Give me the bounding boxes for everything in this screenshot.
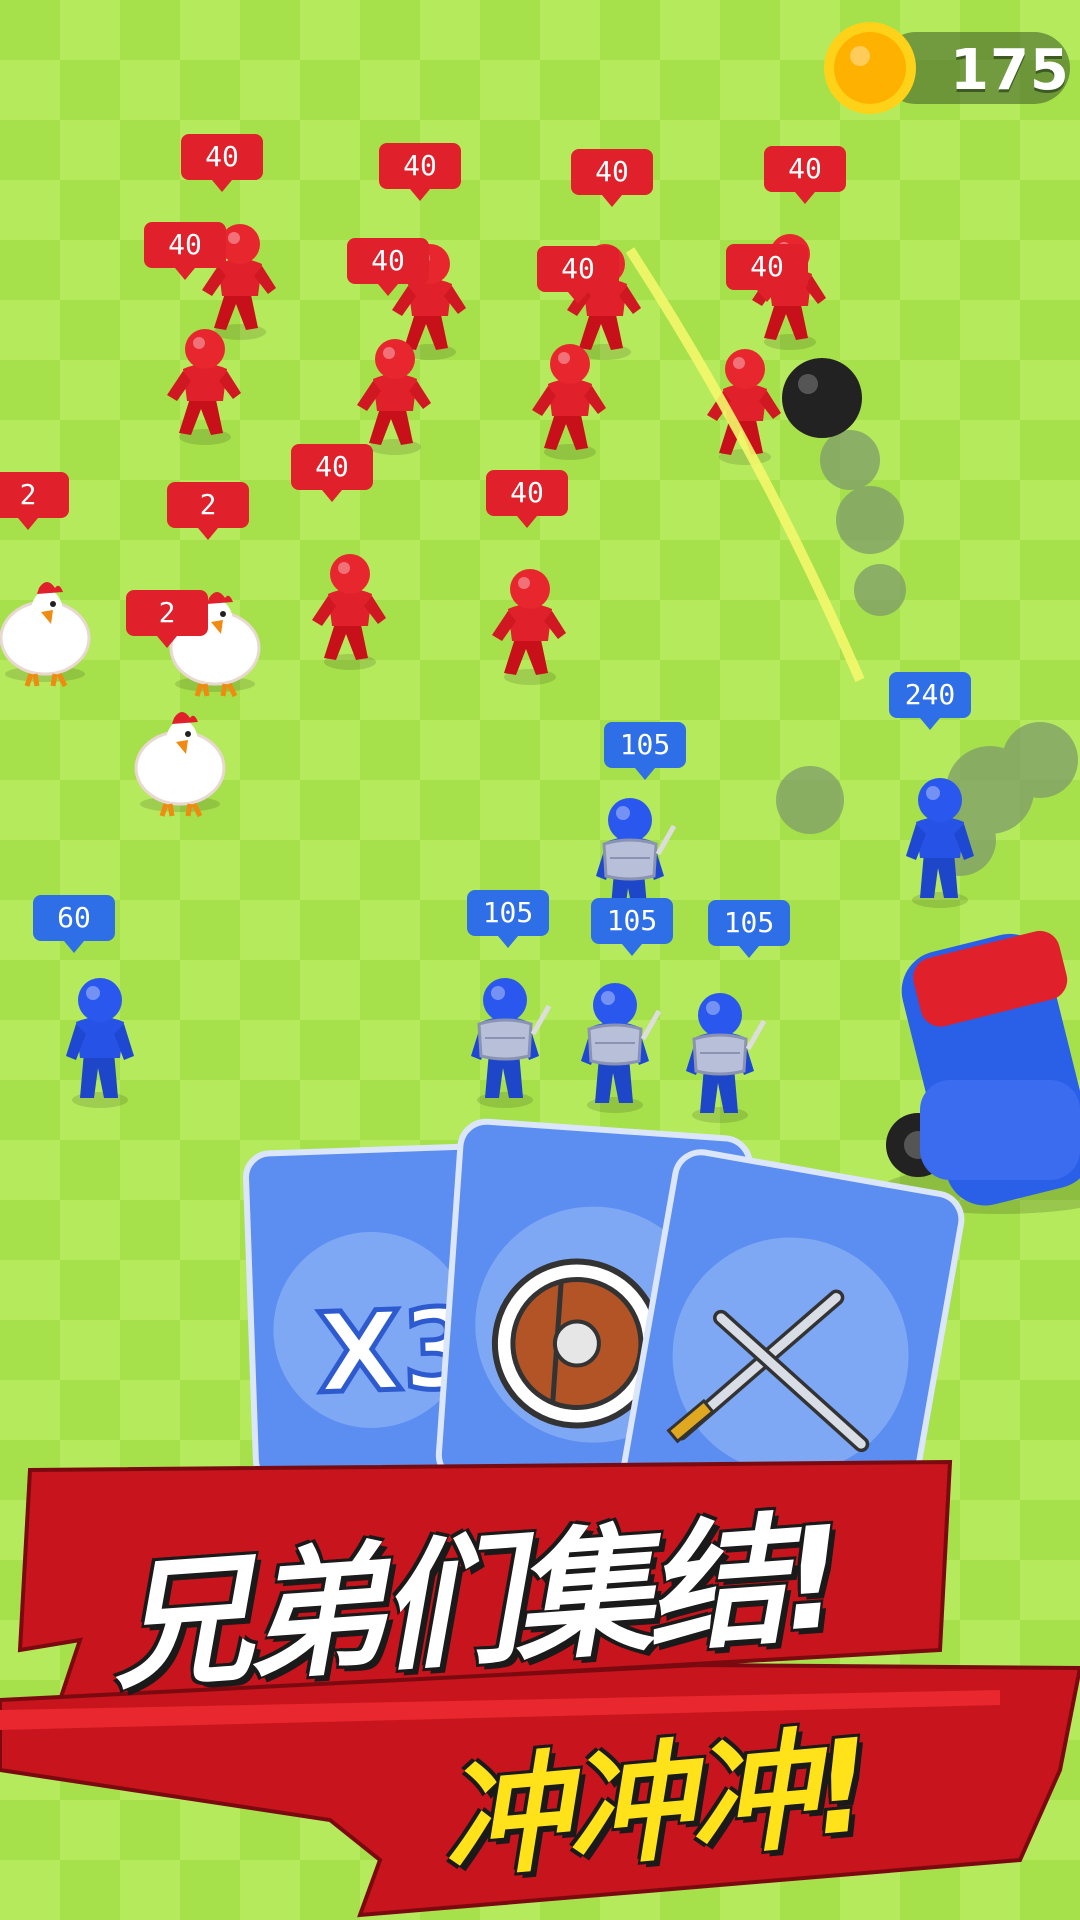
slogan-line-2: 冲冲冲!: [435, 1711, 874, 1898]
